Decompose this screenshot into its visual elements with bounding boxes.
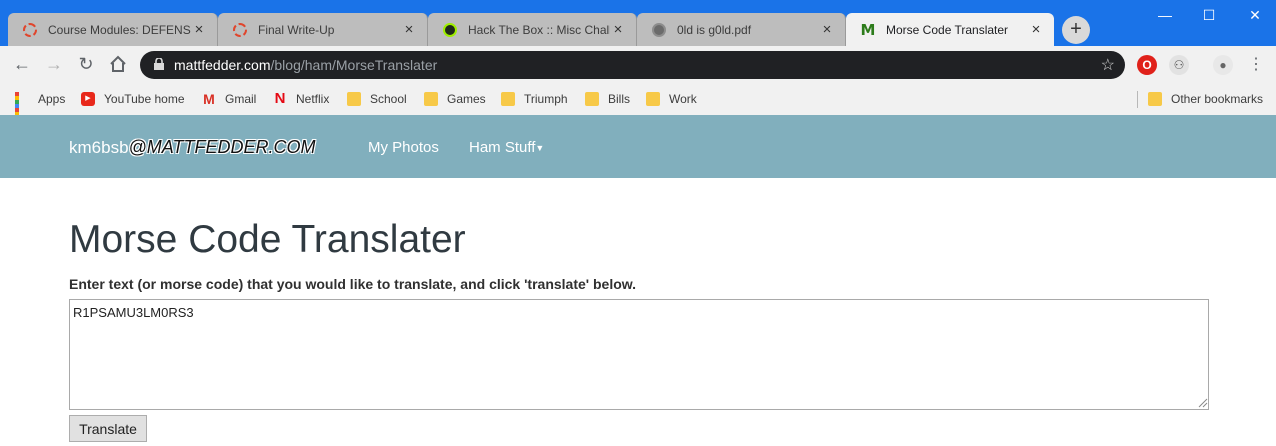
gmail-icon: M [203,91,215,107]
bookmark-youtube-home[interactable]: ▶ YouTube home [81,90,185,108]
tab-title: Morse Code Translater [886,22,1009,37]
site-navbar: km6bsb@MATTFEDDER.COM My Photos Ham Stuf… [0,115,1276,178]
minimize-button[interactable]: — [1150,4,1180,26]
bookmark-label: Netflix [296,92,330,106]
tab-title: Course Modules: DEFENSE / [48,22,191,37]
home-icon[interactable] [106,52,130,76]
resize-grip-icon[interactable] [1198,398,1208,408]
tab-hack-the-box[interactable]: Hack The Box :: Misc Challe × [428,13,637,46]
close-icon[interactable]: × [610,21,626,38]
brand-email: @MATTFEDDER.COM [128,137,316,157]
back-arrow-icon[interactable]: ← [10,52,34,76]
translate-button[interactable]: Translate [69,415,147,442]
bookmark-label: Apps [38,92,66,106]
browser-tab-strip: Course Modules: DEFENSE / × Final Write-… [0,0,1276,46]
bookmark-label: Gmail [225,92,257,106]
bookmark-other-bookmarks[interactable]: Other bookmarks [1148,90,1263,108]
bookmark-folder-triumph[interactable]: Triumph [501,90,568,108]
close-icon[interactable]: × [819,21,835,38]
caret-down-icon: ▼ [535,143,545,154]
netflix-icon: N [274,90,286,107]
folder-icon [347,92,361,106]
url-path: /blog/ham/MorseTranslater [270,57,438,73]
bookmark-label: Triumph [524,92,568,106]
tab-title: Hack The Box :: Misc Challe [468,22,610,37]
site-m-logo-icon: M [860,20,876,39]
folder-icon [585,92,599,106]
globe-icon [651,22,667,38]
bookmark-label: School [370,92,407,106]
bookmark-star-icon[interactable]: ☆ [1101,55,1115,75]
tab-morse-code-translater[interactable]: M Morse Code Translater × [846,13,1054,46]
tab-title: Final Write-Up [258,22,335,37]
opera-extension-icon[interactable]: O [1137,55,1157,75]
window-close-button[interactable]: ✕ [1240,4,1270,26]
bookmark-folder-games[interactable]: Games [424,90,486,108]
morse-input-textarea[interactable]: R1PSAMU3LM0RS3 [69,299,1209,410]
dashed-ring-icon [232,22,248,38]
nav-ham-stuff-dropdown[interactable]: Ham Stuff▼ [469,139,544,156]
bookmark-apps[interactable]: Apps [15,90,66,128]
bookmark-gmail[interactable]: M Gmail [202,90,256,108]
bookmark-folder-work[interactable]: Work [646,90,697,108]
folder-icon [1148,92,1162,106]
maximize-button[interactable]: ☐ [1194,4,1224,26]
bookmarks-bar: Apps ▶ YouTube home M Gmail N Netflix Sc… [0,83,1276,128]
instructions-text: Enter text (or morse code) that you woul… [69,276,637,292]
page-title: Morse Code Translater [69,218,466,261]
tab-final-write-up[interactable]: Final Write-Up × [218,13,428,46]
youtube-icon: ▶ [81,92,95,106]
folder-icon [646,92,660,106]
url-host: mattfedder.com [174,57,271,73]
lock-icon [154,56,164,73]
bookmark-label: Other bookmarks [1171,92,1264,106]
new-tab-button[interactable]: + [1062,16,1090,44]
bookmark-label: Work [669,92,697,106]
close-icon[interactable]: × [191,21,207,38]
bookmark-netflix[interactable]: N Netflix [273,90,330,108]
browser-toolbar: ← → ↻ mattfedder.com/blog/ham/MorseTrans… [0,46,1276,83]
hackthebox-icon [442,22,458,38]
nav-my-photos[interactable]: My Photos [368,139,439,156]
profile-avatar-icon[interactable]: ● [1213,55,1233,75]
tab-course-modules[interactable]: Course Modules: DEFENSE / × [8,13,218,46]
bookmark-folder-bills[interactable]: Bills [585,90,630,108]
bookmark-folder-school[interactable]: School [347,90,407,108]
close-icon[interactable]: × [401,21,417,38]
bookmark-label: Bills [608,92,631,106]
close-icon[interactable]: × [1028,21,1044,38]
folder-icon [501,92,515,106]
bookmark-label: YouTube home [104,92,185,106]
forward-arrow-icon[interactable]: → [42,52,66,76]
reload-icon[interactable]: ↻ [74,52,98,76]
tab-old-is-gold-pdf[interactable]: 0ld is g0ld.pdf × [637,13,846,46]
tab-title: 0ld is g0ld.pdf [677,22,752,37]
extension-icon[interactable]: ⚇ [1169,55,1189,75]
site-brand-link[interactable]: km6bsb@MATTFEDDER.COM [69,137,315,158]
dashed-ring-icon [22,22,38,38]
brand-callsign: km6bsb [69,138,129,157]
bookmarks-divider [1137,91,1138,108]
nav-ham-stuff-label: Ham Stuff [469,139,536,156]
apps-grid-icon [15,92,29,128]
bookmark-label: Games [447,92,486,106]
folder-icon [424,92,438,106]
menu-kebab-icon[interactable]: ⋮ [1246,55,1266,75]
address-bar[interactable]: mattfedder.com/blog/ham/MorseTranslater … [140,51,1125,79]
